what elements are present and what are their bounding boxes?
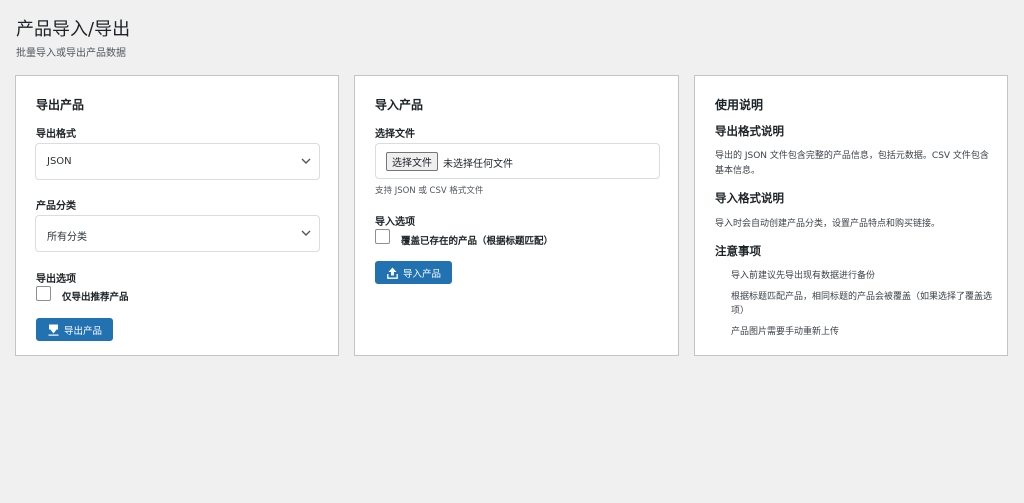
file-input[interactable]: 选择文件 未选择任何文件	[375, 143, 660, 179]
export-format-select[interactable]: JSON	[35, 143, 320, 180]
export-category-value: 所有分类	[47, 232, 87, 243]
export-category-select[interactable]: 所有分类	[35, 215, 320, 252]
page-title: 产品导入/导出	[16, 19, 131, 40]
export-format-heading: 导出格式说明	[715, 124, 784, 138]
export-options-label: 导出选项	[36, 274, 76, 285]
help-card: 使用说明 导出格式说明 导出的 JSON 文件包含完整的产品信息，包括元数据。C…	[694, 75, 1008, 356]
import-card-title: 导入产品	[375, 98, 424, 112]
export-button-label: 导出产品	[64, 325, 103, 337]
export-format-label: 导出格式	[36, 129, 76, 140]
import-button-label: 导入产品	[403, 268, 442, 280]
export-format-text: 导出的 JSON 文件包含完整的产品信息，包括元数据。CSV 文件包含基本信息。	[715, 151, 989, 176]
note-item: 产品图片需要手动重新上传	[731, 327, 840, 337]
file-status: 未选择任何文件	[443, 159, 513, 170]
note-item: 根据标题匹配产品，相同标题的产品会被覆盖（如果选择了覆盖选项）	[731, 292, 993, 316]
note-item: 导入前建议先导出现有数据进行备份	[731, 271, 876, 281]
import-button[interactable]: 导入产品	[375, 261, 453, 284]
chevron-down-icon	[301, 230, 311, 236]
import-format-text: 导入时会自动创建产品分类，设置产品特点和购买链接。	[715, 219, 941, 229]
export-card-title: 导出产品	[36, 98, 85, 112]
download-icon	[48, 324, 59, 336]
overwrite-label: 覆盖已存在的产品（根据标题匹配）	[401, 236, 554, 247]
chevron-down-icon	[301, 158, 311, 164]
export-format-value: JSON	[47, 156, 72, 167]
import-card: 导入产品 选择文件 选择文件 未选择任何文件 支持 JSON 或 CSV 格式文…	[354, 75, 679, 356]
import-format-heading: 导入格式说明	[715, 191, 784, 205]
upload-icon	[387, 267, 398, 279]
help-card-title: 使用说明	[715, 98, 764, 112]
file-hint: 支持 JSON 或 CSV 格式文件	[375, 186, 484, 196]
export-category-label: 产品分类	[36, 201, 76, 212]
export-card: 导出产品 导出格式 JSON 产品分类 所有分类 导出选项 仅导出推荐产品 导出…	[15, 75, 339, 356]
choose-file-button[interactable]: 选择文件	[386, 152, 438, 171]
featured-only-label: 仅导出推荐产品	[62, 292, 129, 303]
file-label: 选择文件	[375, 129, 415, 140]
notes-heading: 注意事项	[715, 244, 761, 258]
page: 产品导入/导出 批量导入或导出产品数据 导出产品 导出格式 JSON 产品分类 …	[0, 0, 1024, 503]
import-options-label: 导入选项	[375, 217, 415, 228]
overwrite-checkbox[interactable]	[375, 229, 390, 244]
page-subtitle: 批量导入或导出产品数据	[16, 48, 126, 59]
featured-only-checkbox[interactable]	[36, 286, 51, 301]
notes-list: 导入前建议先导出现有数据进行备份 根据标题匹配产品，相同标题的产品会被覆盖（如果…	[731, 269, 1003, 339]
export-button[interactable]: 导出产品	[36, 318, 114, 341]
